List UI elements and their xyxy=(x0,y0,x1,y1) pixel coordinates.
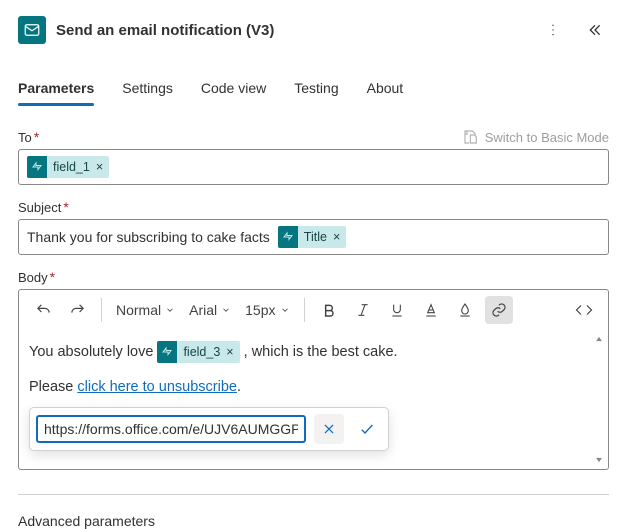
switch-mode-button[interactable]: Switch to Basic Mode xyxy=(463,129,609,145)
redo-icon[interactable] xyxy=(63,296,91,324)
connector-icon xyxy=(18,16,46,44)
link-icon[interactable] xyxy=(485,296,513,324)
advanced-parameters-heading: Advanced parameters xyxy=(18,513,609,529)
link-popover xyxy=(29,407,389,451)
scroll-down-icon[interactable] xyxy=(592,453,606,467)
body-content[interactable]: You absolutely love field_3 × , which is… xyxy=(19,330,608,469)
collapse-panel-icon[interactable] xyxy=(581,16,609,44)
to-chip[interactable]: field_1 × xyxy=(27,156,109,178)
link-url-input[interactable] xyxy=(36,415,306,443)
more-menu-icon[interactable] xyxy=(539,16,567,44)
dynamic-content-icon xyxy=(278,226,298,248)
chip-remove-icon[interactable]: × xyxy=(94,160,109,174)
tab-parameters[interactable]: Parameters xyxy=(18,74,94,106)
tab-settings[interactable]: Settings xyxy=(122,74,173,106)
undo-icon[interactable] xyxy=(29,296,57,324)
subject-chip[interactable]: Title × xyxy=(278,226,346,248)
italic-icon[interactable] xyxy=(349,296,377,324)
scroll-up-icon[interactable] xyxy=(592,332,606,346)
body-editor: Normal Arial 15px You absolutely love xyxy=(18,289,609,470)
dynamic-content-icon xyxy=(27,156,47,178)
body-label: Body* xyxy=(18,269,55,285)
chip-remove-icon[interactable]: × xyxy=(224,342,239,363)
chip-remove-icon[interactable]: × xyxy=(331,230,346,244)
font-color-icon[interactable] xyxy=(417,296,445,324)
font-family-dropdown[interactable]: Arial xyxy=(185,296,235,324)
to-input[interactable]: field_1 × xyxy=(18,149,609,185)
highlight-icon[interactable] xyxy=(451,296,479,324)
page-title: Send an email notification (V3) xyxy=(56,22,274,39)
font-size-dropdown[interactable]: 15px xyxy=(241,296,293,324)
unsubscribe-link[interactable]: click here to unsubscribe xyxy=(77,379,237,395)
dynamic-content-icon xyxy=(157,341,177,363)
tab-testing[interactable]: Testing xyxy=(294,74,338,106)
underline-icon[interactable] xyxy=(383,296,411,324)
tabs-bar: Parameters Settings Code view Testing Ab… xyxy=(18,74,609,107)
tab-about[interactable]: About xyxy=(367,74,404,106)
body-chip[interactable]: field_3 × xyxy=(157,341,239,363)
link-cancel-button[interactable] xyxy=(314,414,344,444)
subject-label: Subject* xyxy=(18,199,69,215)
section-divider xyxy=(18,494,609,495)
to-label: To* xyxy=(18,129,39,145)
code-view-icon[interactable] xyxy=(570,296,598,324)
subject-input[interactable]: Thank you for subscribing to cake facts … xyxy=(18,219,609,255)
link-confirm-button[interactable] xyxy=(352,414,382,444)
body-toolbar: Normal Arial 15px xyxy=(19,290,608,330)
bold-icon[interactable] xyxy=(315,296,343,324)
tab-code-view[interactable]: Code view xyxy=(201,74,266,106)
paragraph-style-dropdown[interactable]: Normal xyxy=(112,296,179,324)
